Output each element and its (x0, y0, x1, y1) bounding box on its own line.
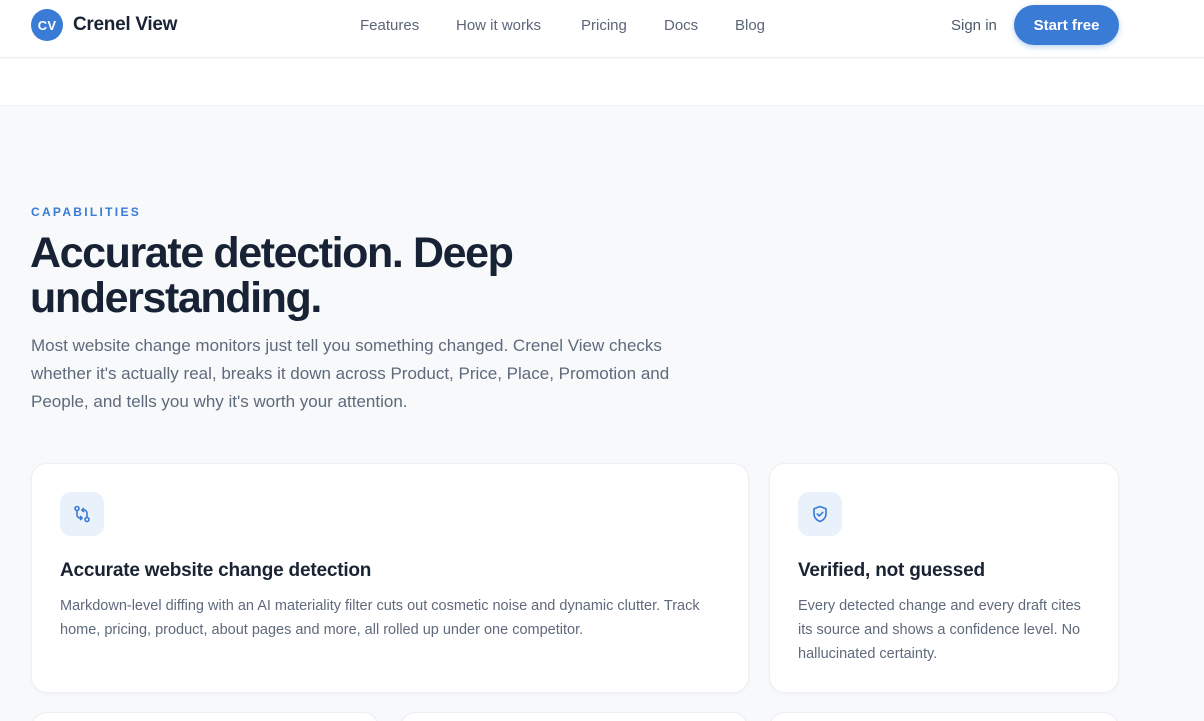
feature-card-partial (31, 712, 379, 721)
section-eyebrow: CAPABILITIES (31, 205, 142, 219)
card-body: Markdown-level diffing with an AI materi… (60, 598, 700, 638)
feature-card-change-detection: Accurate website change detection Markdo… (31, 463, 749, 693)
nav-link-docs[interactable]: Docs (664, 17, 698, 34)
nav-link-how-it-works[interactable]: How it works (456, 17, 541, 34)
shield-check-icon (798, 492, 842, 536)
nav-link-blog[interactable]: Blog (735, 17, 765, 34)
nav-link-features[interactable]: Features (360, 17, 419, 34)
hero-top-band (0, 59, 1204, 106)
nav-link-pricing[interactable]: Pricing (581, 17, 627, 34)
logo-badge[interactable]: CV (31, 9, 63, 41)
sign-in-link[interactable]: Sign in (951, 17, 997, 34)
section-headline: Accurate detection. Deep understanding. (30, 229, 514, 322)
brand-name[interactable]: Crenel View (73, 14, 177, 36)
feature-card-verified: Verified, not guessed Every detected cha… (769, 463, 1119, 693)
card-title: Verified, not guessed (798, 560, 985, 581)
card-title: Accurate website change detection (60, 560, 372, 581)
compare-arrows-icon (60, 492, 104, 536)
section-lead: Most website change monitors just tell y… (31, 336, 670, 411)
feature-card-partial (769, 712, 1119, 721)
feature-card-partial (400, 712, 748, 721)
top-nav: CV Crenel View Features How it works Pri… (0, 0, 1204, 58)
start-free-button[interactable]: Start free (1014, 5, 1119, 45)
card-body: Every detected change and every draft ci… (798, 598, 1081, 662)
